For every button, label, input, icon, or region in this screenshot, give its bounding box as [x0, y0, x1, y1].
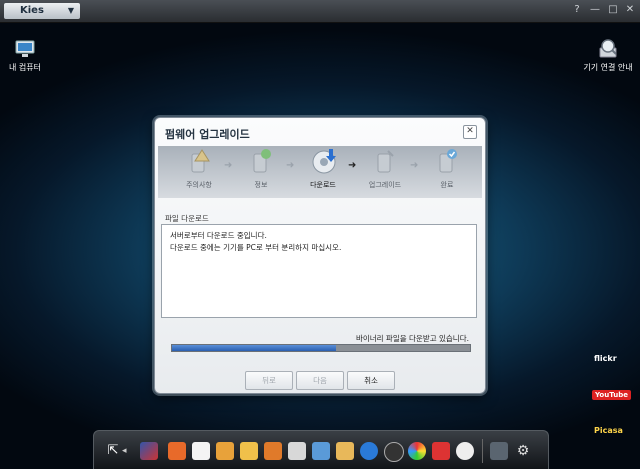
step-arrow-icon: ➜ [348, 160, 357, 171]
minimize-button[interactable]: — [588, 4, 602, 15]
podcast-icon[interactable] [456, 442, 474, 460]
picasa-link[interactable]: Picasa [594, 426, 623, 435]
photos-icon[interactable] [312, 442, 330, 460]
help-button[interactable]: ? [570, 4, 584, 15]
settings-icon[interactable]: ⚙ [514, 442, 532, 460]
step-info: 정보 [234, 148, 288, 190]
schedule-icon[interactable] [288, 442, 306, 460]
dock-separator [482, 439, 483, 463]
step-download: 다운로드 [296, 148, 350, 190]
chevron-down-icon: ▼ [67, 6, 74, 15]
log-line: 서버로부터 다운로드 중입니다. [170, 231, 267, 240]
my-computer-label: 내 컴퓨터 [9, 63, 41, 72]
youtube-link[interactable]: YouTube [592, 390, 631, 400]
step-label: 주의사항 [186, 181, 212, 189]
step-arrow-icon: ➜ [286, 160, 295, 171]
close-button[interactable]: ✕ [623, 4, 637, 15]
my-computer-shortcut[interactable]: 내 컴퓨터 [4, 38, 46, 73]
title-bar: Kies ▼ ? — □ ✕ [0, 0, 640, 23]
cancel-button[interactable]: 취소 [347, 371, 395, 390]
progress-bar [171, 344, 471, 352]
memo-icon[interactable] [264, 442, 282, 460]
step-label: 다운로드 [310, 181, 336, 189]
phone-icon[interactable] [168, 442, 186, 460]
step-label: 정보 [254, 181, 268, 189]
step-caution: 주의사항 [172, 148, 226, 190]
game-icon[interactable] [408, 442, 426, 460]
dialog-close-button[interactable]: ✕ [463, 125, 477, 139]
music-icon[interactable] [360, 442, 378, 460]
step-label: 업그레이드 [368, 181, 402, 189]
log-line: 다운로드 중에는 기기를 PC로 부터 분리하지 마십시오. [170, 243, 342, 252]
dock-bar: ⇱ ◂ ⚙ [93, 430, 549, 469]
connection-guide-shortcut[interactable]: 기기 연결 안내 [578, 38, 638, 73]
mail-icon[interactable] [240, 442, 258, 460]
check-icon [439, 149, 457, 173]
chevron-left-icon[interactable]: ◂ [122, 442, 132, 460]
next-button[interactable]: 다음 [296, 371, 344, 390]
phone-upgrade-icon [377, 150, 394, 173]
app-tree-icon[interactable] [140, 442, 158, 460]
maximize-button[interactable]: □ [606, 4, 620, 15]
app-title: Kies [20, 5, 44, 16]
connection-guide-label: 기기 연결 안내 [583, 63, 633, 72]
device-icon[interactable] [490, 442, 508, 460]
log-textbox[interactable]: 서버로부터 다운로드 중입니다. 다운로드 중에는 기기를 PC로 부터 분리하… [161, 224, 477, 318]
firmware-upgrade-dialog: 펌웨어 업그레이드 ✕ 주의사항 ➜ 정보 ➜ 다운로드 ➜ 업그레이드 ➜ 완… [154, 117, 486, 394]
shop-icon[interactable] [432, 442, 450, 460]
progress-fill [172, 345, 336, 351]
external-link-icon[interactable]: ⇱ [104, 442, 122, 460]
back-button[interactable]: 뒤로 [245, 371, 293, 390]
gallery-icon[interactable] [336, 442, 354, 460]
status-text: 바이너리 파일을 다운받고 있습니다. [355, 334, 469, 343]
step-upgrade: 업그레이드 [358, 148, 412, 190]
computer-icon [15, 40, 35, 57]
download-disc-icon [312, 149, 336, 174]
step-complete: 완료 [420, 148, 474, 190]
warning-icon [191, 149, 210, 173]
app-menu-button[interactable]: Kies ▼ [4, 3, 80, 19]
section-label: 파일 다운로드 [165, 214, 209, 223]
magnifier-device-icon [599, 39, 617, 58]
info-icon [253, 149, 271, 173]
step-label: 완료 [440, 181, 454, 189]
step-arrow-icon: ➜ [224, 160, 233, 171]
dialog-title: 펌웨어 업그레이드 [165, 128, 250, 141]
video-icon[interactable] [384, 442, 404, 462]
step-indicator: 주의사항 ➜ 정보 ➜ 다운로드 ➜ 업그레이드 ➜ 완료 [158, 146, 482, 198]
calendar-icon[interactable] [192, 442, 210, 460]
notes-icon[interactable] [216, 442, 234, 460]
flickr-link[interactable]: flickr [594, 354, 617, 363]
step-arrow-icon: ➜ [410, 160, 419, 171]
